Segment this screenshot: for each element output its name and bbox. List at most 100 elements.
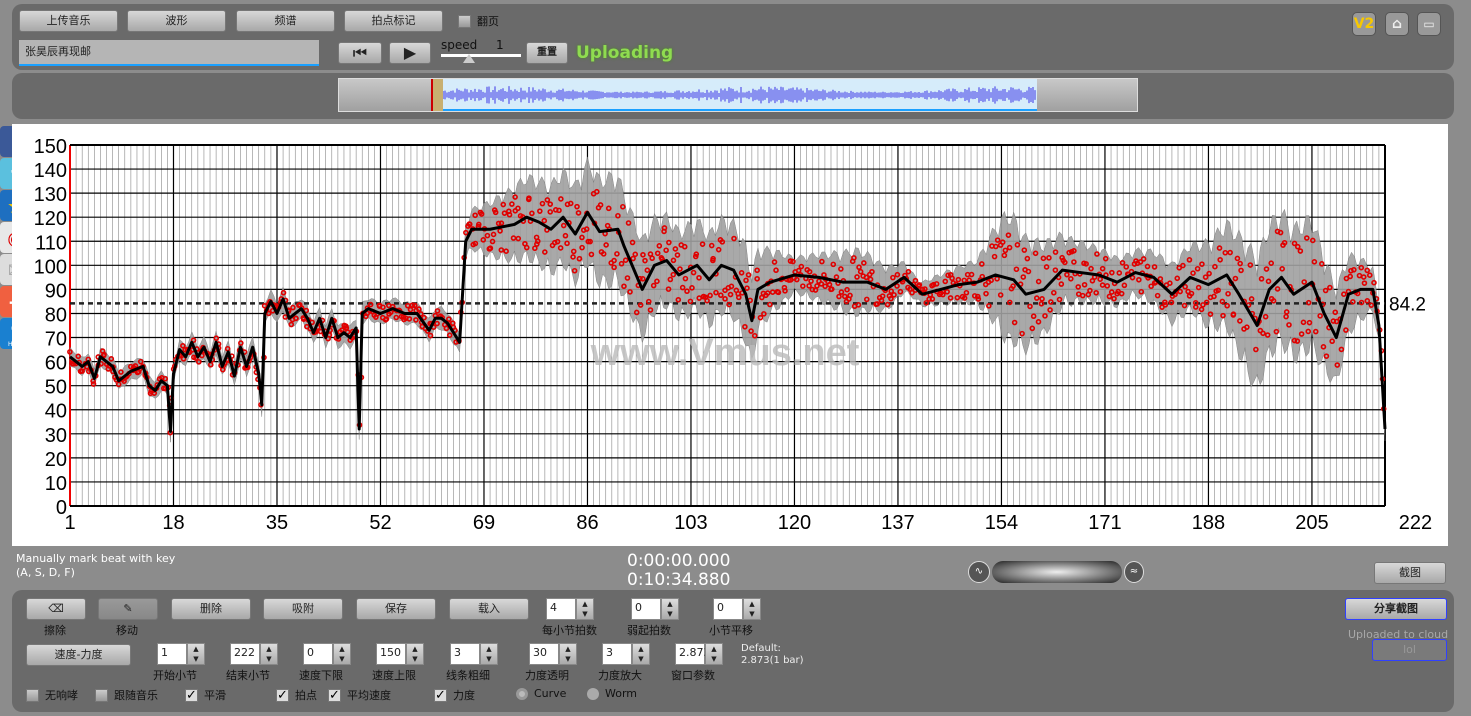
checkbox-box[interactable]: ✓ [276,688,289,702]
option-label: 平滑 [204,689,226,702]
stepper-arrows[interactable]: ▲ ▼ [576,598,594,620]
x-tick-label: 1 [64,512,75,534]
option-checkbox-0[interactable]: 无响哮 [26,687,78,703]
hint-line1: Manually mark beat with key [16,552,176,565]
zoom-slider[interactable] [992,561,1122,583]
stepper-arrows[interactable]: ▲ ▼ [480,643,498,665]
stepper-label: 力度透明 [525,669,569,682]
down-arrow-icon[interactable]: ▼ [266,655,271,663]
down-arrow-icon[interactable]: ▼ [749,610,754,618]
up-arrow-icon[interactable]: ▲ [412,645,417,653]
x-tick-label: 188 [1192,512,1225,534]
stepper-value[interactable]: 150 [376,643,406,665]
radio-curve[interactable] [516,687,528,700]
load-button[interactable]: 载入 [449,598,529,620]
up-arrow-icon[interactable]: ▲ [711,645,716,653]
option-checkbox-3[interactable]: ✓ 拍点 [276,687,317,703]
screenshot-button[interactable]: 截图 [1374,562,1446,584]
up-arrow-icon[interactable]: ▲ [565,645,570,653]
stepper-3[interactable]: 1 ▲ ▼ [157,643,205,665]
stepper-8[interactable]: 30 ▲ ▼ [529,643,577,665]
stepper-arrows[interactable]: ▲ ▼ [559,643,577,665]
down-arrow-icon[interactable]: ▼ [486,655,491,663]
stepper-9[interactable]: 3 ▲ ▼ [602,643,650,665]
x-tick-label: 222 [1399,512,1432,534]
stepper-arrows[interactable]: ▲ ▼ [743,598,761,620]
option-checkbox-1[interactable]: 跟随音乐 [95,687,158,703]
stepper-value[interactable]: 222 [230,643,260,665]
option-checkbox-4[interactable]: ✓ 平均速度 [328,687,391,703]
stepper-arrows[interactable]: ▲ ▼ [260,643,278,665]
spectrum-zoom-icon[interactable]: ≈ [1124,561,1144,583]
stepper-arrows[interactable]: ▲ ▼ [632,643,650,665]
stepper-value[interactable]: 3 [450,643,480,665]
x-tick-label: 69 [473,512,495,534]
snap-button[interactable]: 吸附 [263,598,343,620]
option-label: 力度 [453,689,475,702]
stepper-value[interactable]: 1 [157,643,187,665]
down-arrow-icon[interactable]: ▼ [339,655,344,663]
stepper-arrows[interactable]: ▲ ▼ [187,643,205,665]
up-arrow-icon[interactable]: ▲ [582,600,587,608]
stepper-arrows[interactable]: ▲ ▼ [705,643,723,665]
erase-tool-button[interactable]: ⌫ [26,598,86,620]
option-checkbox-5[interactable]: ✓ 力度 [434,687,475,703]
stepper-label: 力度放大 [598,669,642,682]
checkbox-box[interactable] [26,688,39,702]
stepper-0[interactable]: 4 ▲ ▼ [546,598,594,620]
checkbox-box[interactable]: ✓ [185,688,198,702]
up-arrow-icon[interactable]: ▲ [667,600,672,608]
tempo-chart[interactable]: 01020304050607080901001101201301401501 18… [0,0,1471,545]
stepper-value[interactable]: 2.873 [675,643,711,665]
down-arrow-icon[interactable]: ▼ [193,655,198,663]
stepper-value[interactable]: 0 [631,598,661,620]
stepper-label: 速度下限 [299,669,343,682]
stepper-10[interactable]: 2.873 ▲ ▼ [675,643,723,665]
up-arrow-icon[interactable]: ▲ [339,645,344,653]
up-arrow-icon[interactable]: ▲ [486,645,491,653]
share-screenshot-button[interactable]: 分享截图 [1345,598,1447,620]
up-arrow-icon[interactable]: ▲ [266,645,271,653]
stepper-value[interactable]: 0 [713,598,743,620]
stepper-1[interactable]: 0 ▲ ▼ [631,598,679,620]
checkbox-box[interactable]: ✓ [328,688,341,702]
stepper-7[interactable]: 3 ▲ ▼ [450,643,498,665]
down-arrow-icon[interactable]: ▼ [412,655,417,663]
delete-button[interactable]: 删除 [171,598,251,620]
stepper-value[interactable]: 0 [303,643,333,665]
option-label: 无响哮 [45,689,78,702]
y-tick-label: 70 [45,329,67,351]
mode-curve-radio[interactable]: Curve [516,687,566,700]
stepper-arrows[interactable]: ▲ ▼ [333,643,351,665]
waveform-zoom-icon[interactable]: ∿ [968,561,990,583]
move-tool-button[interactable]: ✎ [98,598,158,620]
stepper-6[interactable]: 150 ▲ ▼ [376,643,424,665]
up-arrow-icon[interactable]: ▲ [638,645,643,653]
stepper-value[interactable]: 3 [602,643,632,665]
x-tick-label: 205 [1295,512,1328,534]
stepper-arrows[interactable]: ▲ ▼ [406,643,424,665]
stepper-value[interactable]: 4 [546,598,576,620]
checkbox-box[interactable]: ✓ [434,688,447,702]
down-arrow-icon[interactable]: ▼ [565,655,570,663]
save-button[interactable]: 保存 [356,598,436,620]
up-arrow-icon[interactable]: ▲ [749,600,754,608]
checkbox-box[interactable] [95,688,108,702]
x-tick-label: 137 [881,512,914,534]
stepper-4[interactable]: 222 ▲ ▼ [230,643,278,665]
stepper-arrows[interactable]: ▲ ▼ [661,598,679,620]
share-url-field[interactable]: lol [1372,639,1447,661]
down-arrow-icon[interactable]: ▼ [667,610,672,618]
down-arrow-icon[interactable]: ▼ [711,655,716,663]
stepper-5[interactable]: 0 ▲ ▼ [303,643,351,665]
down-arrow-icon[interactable]: ▼ [582,610,587,618]
radio-worm[interactable] [587,687,599,700]
option-checkbox-2[interactable]: ✓ 平滑 [185,687,226,703]
stepper-2[interactable]: 0 ▲ ▼ [713,598,761,620]
up-arrow-icon[interactable]: ▲ [193,645,198,653]
down-arrow-icon[interactable]: ▼ [638,655,643,663]
tempo-dynamics-button[interactable]: 速度-力度 [26,644,131,666]
curve-label: Curve [534,687,567,700]
stepper-value[interactable]: 30 [529,643,559,665]
mode-worm-radio[interactable]: Worm [587,687,637,700]
